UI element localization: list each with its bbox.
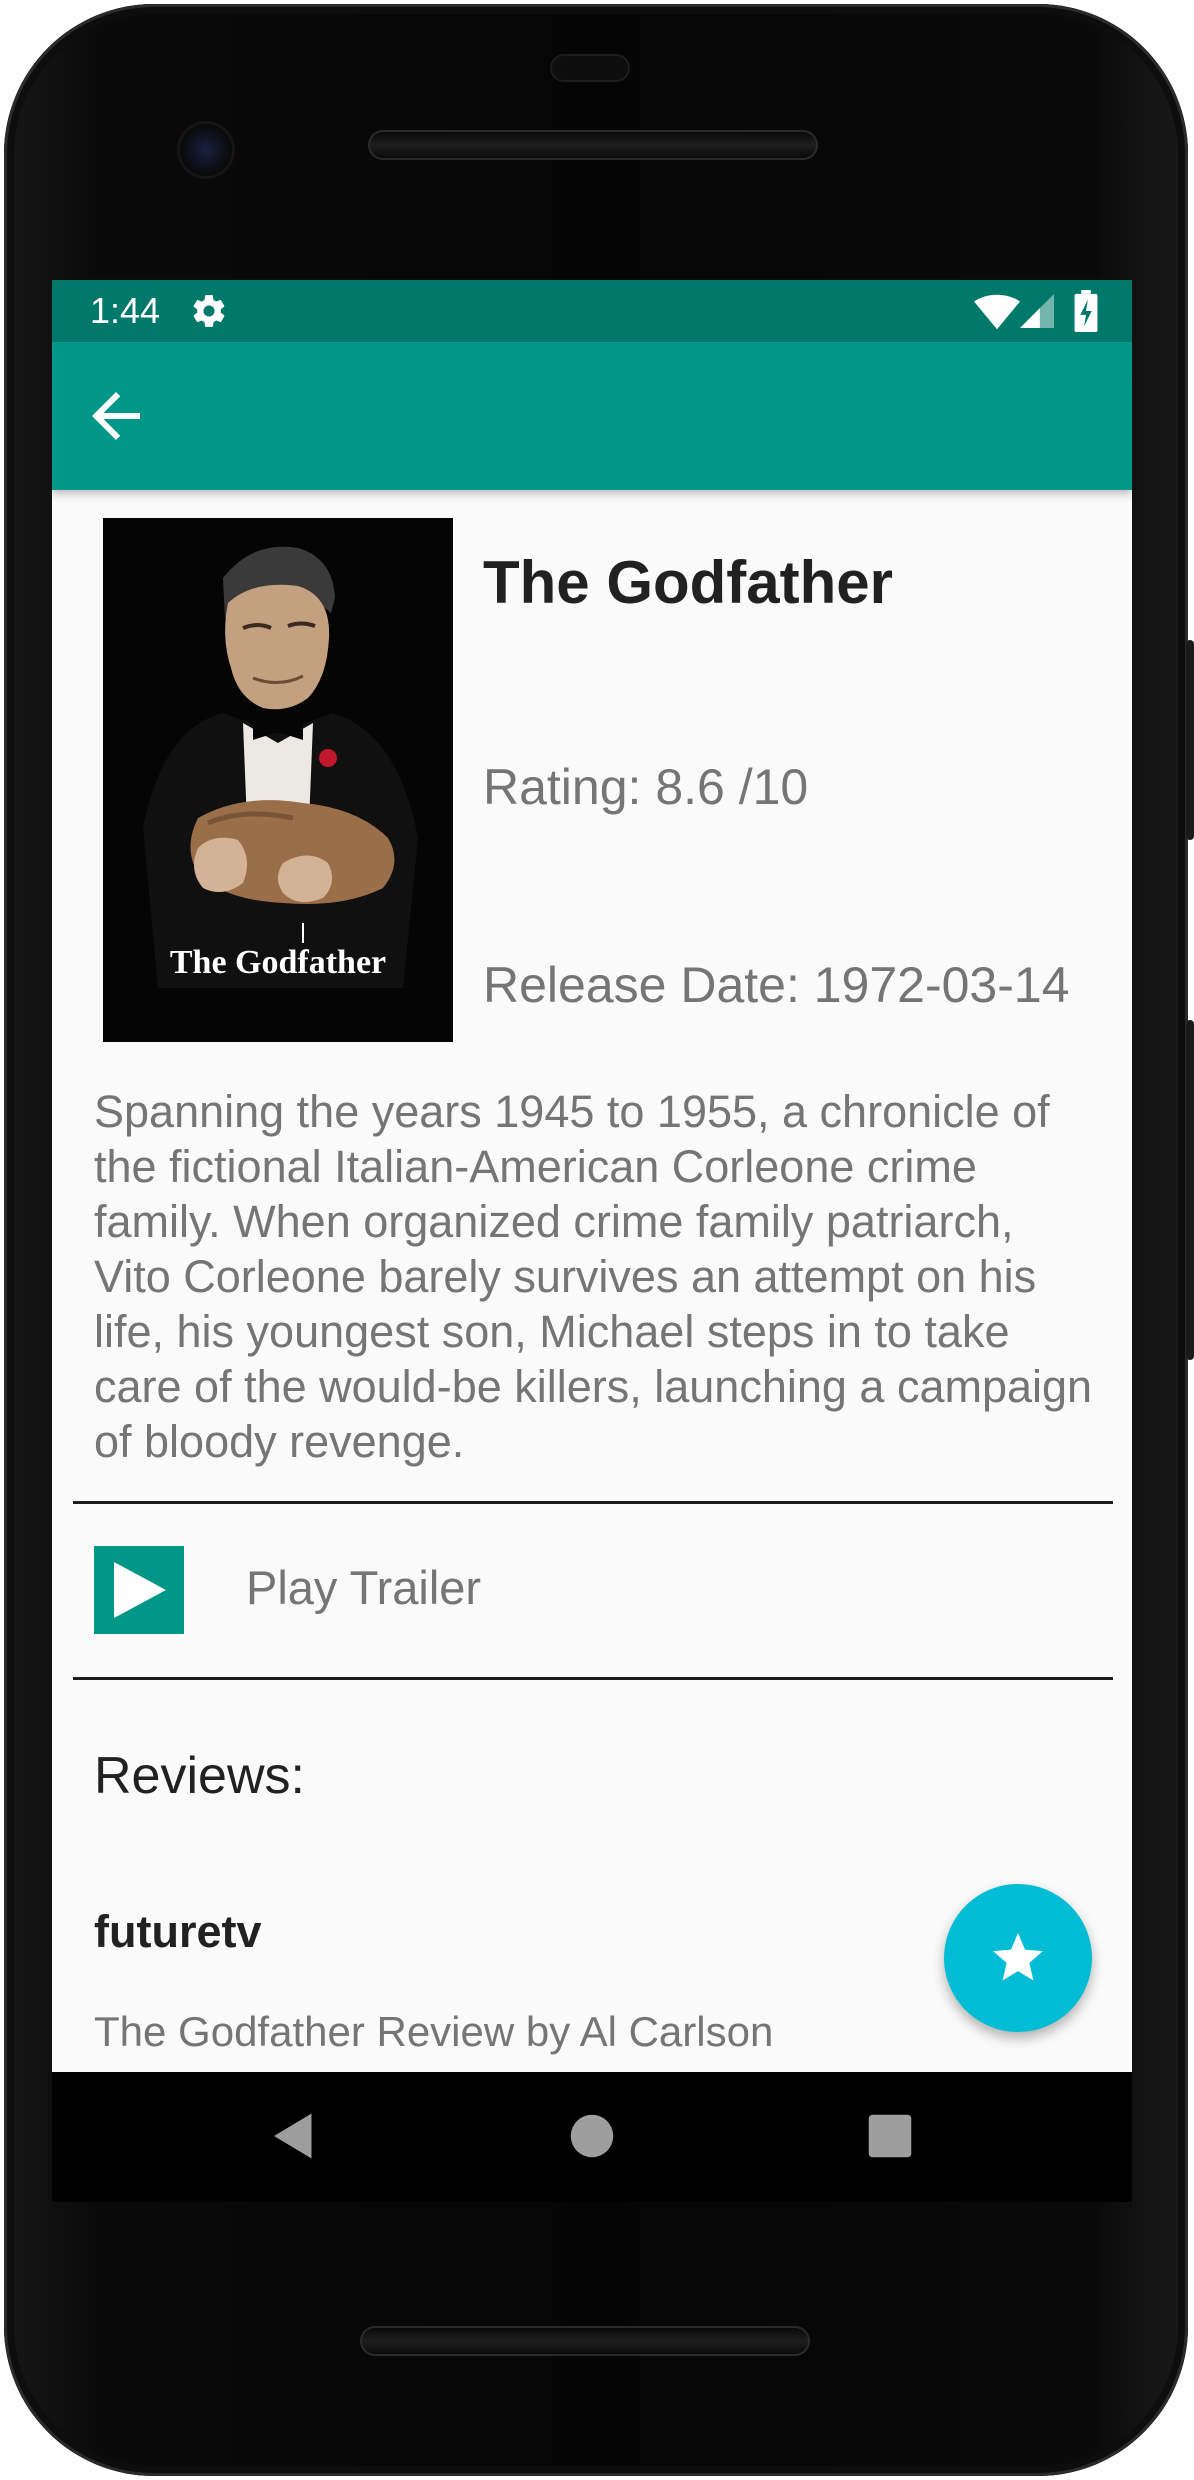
arrow-back-icon[interactable] [80,380,152,452]
favorite-fab-button[interactable] [944,1884,1092,2032]
movie-rating: Rating: 8.6 /10 [483,759,809,815]
navigation-bar [52,2072,1132,2202]
top-speaker-grille [368,130,818,160]
circle-home-icon[interactable] [562,2106,622,2166]
triangle-back-icon[interactable] [264,2106,324,2166]
battery-charging-icon [1074,290,1098,332]
app-bar [52,342,1132,490]
power-button [1186,640,1194,840]
movie-poster: The Godfather [103,518,453,1042]
front-camera [180,124,232,176]
movie-overview: Spanning the years 1945 to 1955, a chron… [94,1086,1093,1467]
poster-logo-text: The Godfather [170,944,386,981]
phone-frame: 1:44 The Godfather The Godfather Rating:… [0,0,1194,2480]
earpiece-sensor [550,54,630,82]
settings-gear-icon [193,295,225,327]
status-bar: 1:44 [52,280,1132,342]
star-icon [993,1933,1043,1981]
divider-bottom [73,1677,1113,1680]
poster-image: The Godfather [103,518,453,1042]
volume-button [1186,1020,1194,1360]
movie-release-date: Release Date: 1972-03-14 [483,957,1070,1013]
review-content: The Godfather Review by Al Carlson [94,2008,774,2055]
movie-title: The Godfather [483,549,894,616]
wifi-icon [974,294,1020,330]
screen: 1:44 The Godfather The Godfather Rating:… [52,280,1132,2072]
review-author: futuretv [94,1906,262,1957]
divider-top [73,1501,1113,1504]
status-time: 1:44 [90,290,161,331]
play-trailer-label: Play Trailer [246,1561,482,1614]
square-recents-icon[interactable] [860,2106,920,2166]
play-icon [94,1546,184,1634]
cellular-signal-icon [1020,294,1054,328]
play-trailer-item[interactable]: Play Trailer [52,1524,1132,1652]
reviews-heading: Reviews: [94,1747,305,1805]
bottom-speaker-grille [360,2326,810,2356]
movie-detail-content: The Godfather The Godfather Rating: 8.6 … [52,490,1132,2072]
